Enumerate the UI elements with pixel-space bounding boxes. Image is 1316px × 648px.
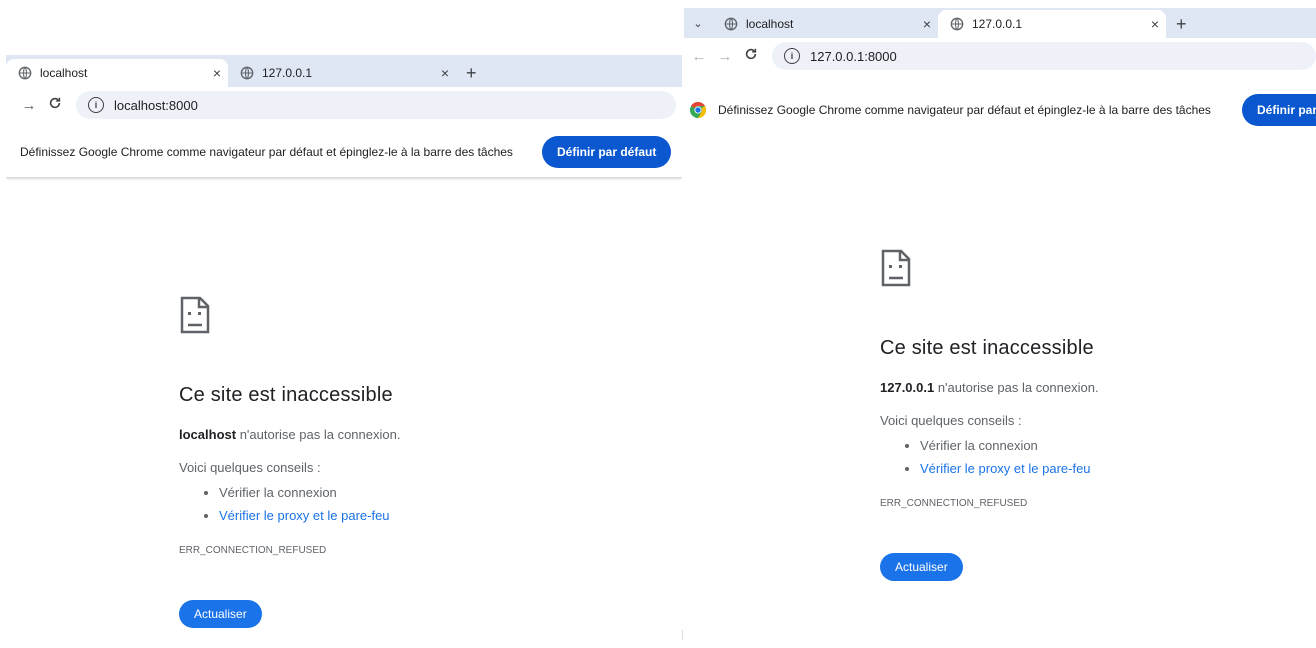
tab-localhost[interactable]: localhost × bbox=[6, 59, 228, 87]
suggestions-list: Vérifier la connexion Vérifier le proxy … bbox=[880, 434, 1310, 480]
error-title: Ce site est inaccessible bbox=[179, 384, 393, 406]
reload-button[interactable]: Actualiser bbox=[179, 600, 262, 628]
new-tab-button[interactable]: + bbox=[456, 59, 487, 87]
chrome-logo-icon bbox=[690, 102, 706, 118]
error-code: ERR_CONNECTION_REFUSED bbox=[179, 545, 327, 556]
info-icon[interactable]: i bbox=[784, 48, 800, 64]
address-bar[interactable]: i localhost:8000 bbox=[76, 91, 676, 119]
address-bar[interactable]: i 127.0.0.1:8000 bbox=[772, 42, 1316, 70]
toolbar: ← → i 127.0.0.1:8000 bbox=[684, 38, 1316, 74]
toolbar: → i localhost:8000 bbox=[6, 87, 682, 123]
close-tab-icon[interactable]: × bbox=[206, 65, 228, 81]
tab-search-chevron-icon[interactable]: ⌄ bbox=[684, 10, 712, 38]
reload-icon[interactable] bbox=[42, 96, 68, 114]
tab-127-0-0-1[interactable]: 127.0.0.1 × bbox=[938, 10, 1166, 38]
error-page: Ce site est inaccessible 127.0.0.1 n'aut… bbox=[880, 248, 1310, 581]
tab-localhost[interactable]: localhost × bbox=[712, 10, 938, 38]
suggestion-item: Vérifier le proxy et le pare-feu bbox=[219, 504, 659, 527]
suggestion-check-connection: Vérifier la connexion bbox=[920, 434, 1310, 457]
error-page: Ce site est inaccessible localhost n'aut… bbox=[179, 295, 659, 628]
suggestions-list: Vérifier la connexion Vérifier le proxy … bbox=[179, 481, 659, 527]
error-host: 127.0.0.1 bbox=[880, 380, 935, 395]
forward-arrow-icon[interactable]: → bbox=[16, 97, 42, 114]
close-tab-icon[interactable]: × bbox=[434, 65, 456, 81]
suggestions-heading: Voici quelques conseils : bbox=[880, 413, 1022, 428]
suggestion-item: Vérifier le proxy et le pare-feu bbox=[920, 457, 1310, 480]
error-code: ERR_CONNECTION_REFUSED bbox=[880, 498, 1028, 509]
globe-icon bbox=[18, 66, 32, 80]
default-browser-infobar: Définissez Google Chrome comme navigateu… bbox=[6, 127, 682, 178]
error-host-suffix: n'autorise pas la connexion. bbox=[934, 380, 1099, 395]
default-browser-infobar: Définissez Google Chrome comme navigateu… bbox=[684, 85, 1316, 135]
info-icon[interactable]: i bbox=[88, 97, 104, 113]
error-host-suffix: n'autorise pas la connexion. bbox=[236, 427, 401, 442]
url-text: localhost:8000 bbox=[114, 97, 198, 113]
error-host: localhost bbox=[179, 427, 237, 442]
close-tab-icon[interactable]: × bbox=[1144, 16, 1166, 32]
tab-title: localhost bbox=[40, 66, 88, 80]
tab-title: 127.0.0.1 bbox=[972, 17, 1023, 31]
reload-icon[interactable] bbox=[738, 47, 764, 65]
check-proxy-firewall-link[interactable]: Vérifier le proxy et le pare-feu bbox=[219, 508, 390, 523]
infobar-message: Définissez Google Chrome comme navigateu… bbox=[20, 145, 513, 159]
globe-icon bbox=[240, 66, 254, 80]
error-description: 127.0.0.1 n'autorise pas la connexion. bbox=[880, 380, 1310, 395]
tab-strip: localhost × 127.0.0.1 × + bbox=[6, 55, 682, 87]
globe-icon bbox=[724, 17, 738, 31]
divider bbox=[682, 630, 683, 640]
url-text: 127.0.0.1:8000 bbox=[810, 48, 897, 64]
back-arrow-icon[interactable]: ← bbox=[686, 48, 712, 65]
infobar-message: Définissez Google Chrome comme navigateu… bbox=[718, 103, 1211, 117]
check-proxy-firewall-link[interactable]: Vérifier le proxy et le pare-feu bbox=[920, 461, 1091, 476]
sad-document-icon bbox=[180, 296, 210, 334]
sad-document-icon bbox=[881, 249, 911, 287]
suggestion-check-connection: Vérifier la connexion bbox=[219, 481, 659, 504]
suggestions-heading: Voici quelques conseils : bbox=[179, 460, 321, 475]
tab-title: localhost bbox=[746, 17, 794, 31]
reload-button[interactable]: Actualiser bbox=[880, 553, 963, 581]
browser-window-left: localhost × 127.0.0.1 × + → i localhost:… bbox=[6, 55, 682, 648]
tab-127-0-0-1[interactable]: 127.0.0.1 × bbox=[228, 59, 456, 87]
browser-window-right: ⌄ localhost × 127.0.0.1 × + ← → i 127.0.… bbox=[684, 8, 1316, 648]
error-title: Ce site est inaccessible bbox=[880, 337, 1094, 359]
forward-arrow-icon[interactable]: → bbox=[712, 48, 738, 65]
set-default-button[interactable]: Définir par défaut bbox=[1242, 94, 1316, 126]
tab-title: 127.0.0.1 bbox=[262, 66, 313, 80]
close-tab-icon[interactable]: × bbox=[916, 16, 938, 32]
new-tab-button[interactable]: + bbox=[1166, 10, 1197, 38]
tab-strip: ⌄ localhost × 127.0.0.1 × + bbox=[684, 8, 1316, 38]
set-default-button[interactable]: Définir par défaut bbox=[542, 136, 672, 168]
globe-icon bbox=[950, 17, 964, 31]
error-description: localhost n'autorise pas la connexion. bbox=[179, 427, 659, 442]
